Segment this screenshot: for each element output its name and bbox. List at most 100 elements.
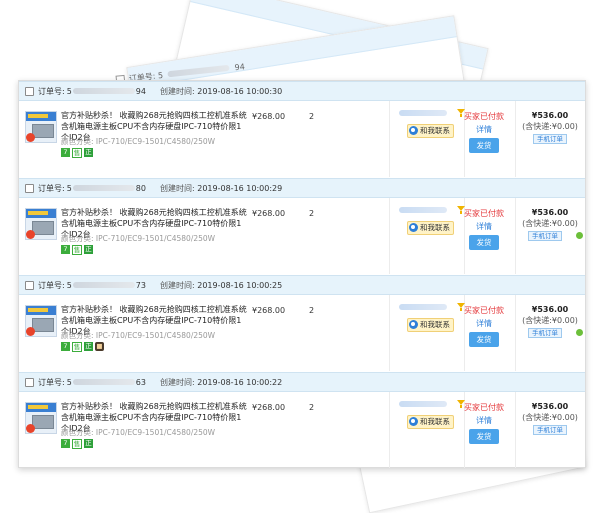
product-variant: 颜色分类: IPC-710/EC9-1501/C4580/250W (61, 136, 215, 147)
detail-link[interactable]: 详情 (459, 124, 509, 135)
order-amount: ¥536.00 (含快递:¥0.00) 手机订单 (517, 304, 583, 338)
mobile-order-button[interactable]: 手机订单 (533, 425, 567, 435)
created-value: 2019-08-16 10:00:25 (197, 280, 283, 290)
contact-label: 和我联系 (420, 126, 450, 135)
unit-price: ¥268.00 (252, 306, 286, 315)
order-no-label: 订单号: (38, 377, 65, 387)
product-thumbnail[interactable] (25, 111, 57, 143)
masked-buyer-name[interactable] (399, 304, 447, 310)
order-checkbox[interactable] (25, 183, 34, 193)
variant-value: IPC-710/EC9-1501/C4580/250W (95, 331, 216, 340)
column-divider (389, 198, 390, 274)
thumbnail-tag (28, 308, 48, 312)
order-no-suffix: 80 (135, 183, 146, 193)
column-divider (515, 198, 516, 274)
action-row: 手机订单 (517, 423, 583, 435)
contact-label: 和我联系 (420, 417, 450, 426)
order-no-suffix: 63 (135, 377, 146, 387)
product-thumbnail[interactable] (25, 208, 57, 240)
product-variant: 颜色分类: IPC-710/EC9-1501/C4580/250W (61, 330, 215, 341)
total-amount: ¥536.00 (531, 305, 569, 314)
action-row: 手机订单 (517, 326, 583, 338)
thumbnail-tag (28, 405, 48, 409)
status-text: 买家已付款 (464, 209, 504, 218)
masked-buyer-name[interactable] (399, 207, 447, 213)
order-row: 订单号: 5 63 创建时间: 2019-08-16 10:00:22 官方补贴… (19, 372, 585, 468)
service-badge: 7 (61, 148, 70, 157)
ship-button[interactable]: 发货 (469, 429, 499, 444)
variant-value: IPC-710/EC9-1501/C4580/250W (95, 428, 216, 437)
total-amount: ¥536.00 (531, 111, 569, 120)
service-badges: 7售正 (61, 245, 93, 255)
created-time: 创建时间: 2019-08-16 10:00:29 (160, 183, 282, 194)
service-badge: 7 (61, 245, 70, 254)
leaf-icon (576, 231, 583, 239)
order-no-prefix: 5 (66, 280, 72, 290)
column-divider (515, 392, 516, 468)
order-amount: ¥536.00 (含快递:¥0.00) 手机订单 (517, 401, 583, 435)
mobile-order-button[interactable]: 手机订单 (528, 328, 562, 338)
order-status: 买家已付款 详情 发货 (459, 208, 509, 250)
column-divider (515, 295, 516, 371)
order-checkbox[interactable] (25, 280, 34, 290)
column-divider (389, 101, 390, 177)
unit-price: ¥268.00 (252, 209, 286, 218)
service-badges: 7售正 (61, 148, 93, 158)
column-divider (389, 295, 390, 371)
chat-icon (409, 126, 418, 135)
quantity: 2 (309, 403, 315, 412)
ship-button[interactable]: 发货 (469, 235, 499, 250)
masked-order-digits (72, 282, 135, 288)
order-status: 买家已付款 详情 发货 (459, 305, 509, 347)
order-status: 买家已付款 详情 发货 (459, 402, 509, 444)
order-list-panel: 订单号: 5 94 创建时间: 2019-08-16 10:00:30 官方补贴… (18, 80, 586, 468)
masked-buyer-name[interactable] (399, 110, 447, 116)
masked-buyer-name[interactable] (399, 401, 447, 407)
ship-button[interactable]: 发货 (469, 332, 499, 347)
order-header: 订单号: 5 63 创建时间: 2019-08-16 10:00:22 (19, 372, 585, 392)
detail-link[interactable]: 详情 (459, 318, 509, 329)
contact-label: 和我联系 (420, 320, 450, 329)
product-thumbnail[interactable] (25, 402, 57, 434)
order-body: 官方补贴秒杀！ 收藏购268元抢购四核工控机准系统含机箱电源主板CPU不含内存硬… (19, 198, 585, 274)
contact-button[interactable]: 和我联系 (407, 415, 454, 429)
contact-button[interactable]: 和我联系 (407, 318, 454, 332)
order-body: 官方补贴秒杀！ 收藏购268元抢购四核工控机准系统含机箱电源主板CPU不含内存硬… (19, 101, 585, 177)
order-header: 订单号: 5 94 创建时间: 2019-08-16 10:00:30 (19, 81, 585, 101)
service-badge: 售 (72, 148, 82, 158)
mobile-order-button[interactable]: 手机订单 (533, 134, 567, 144)
order-amount: ¥536.00 (含快递:¥0.00) 手机订单 (517, 207, 583, 241)
variant-label: 颜色分类: (61, 331, 94, 340)
created-value: 2019-08-16 10:00:22 (197, 377, 283, 387)
product-variant: 颜色分类: IPC-710/EC9-1501/C4580/250W (61, 233, 215, 244)
order-checkbox[interactable] (25, 377, 34, 387)
action-row: 手机订单 (517, 229, 583, 241)
thumbnail-tag (28, 211, 48, 215)
contact-button[interactable]: 和我联系 (407, 124, 454, 138)
mobile-order-button[interactable]: 手机订单 (528, 231, 562, 241)
order-no-suffix: 73 (135, 280, 146, 290)
thumbnail-device (32, 415, 54, 429)
created-value: 2019-08-16 10:00:30 (197, 86, 283, 96)
quantity: 2 (309, 306, 315, 315)
order-checkbox[interactable] (25, 86, 34, 96)
masked-order-digits (72, 379, 135, 385)
unit-price: ¥268.00 (252, 112, 286, 121)
contact-button[interactable]: 和我联系 (407, 221, 454, 235)
quantity: 2 (309, 112, 315, 121)
product-thumbnail[interactable] (25, 305, 57, 337)
thumbnail-device (32, 221, 54, 235)
created-label: 创建时间: (160, 86, 195, 96)
detail-link[interactable]: 详情 (459, 221, 509, 232)
thumbnail-logo (26, 424, 35, 433)
order-header: 订单号: 5 80 创建时间: 2019-08-16 10:00:29 (19, 178, 585, 198)
thumbnail-device (32, 124, 54, 138)
detail-link[interactable]: 详情 (459, 415, 509, 426)
contact-label: 和我联系 (420, 223, 450, 232)
service-badge: 正 (84, 148, 93, 157)
ghost-order-suffix: 94 (234, 61, 246, 72)
variant-label: 颜色分类: (61, 234, 94, 243)
ship-button[interactable]: 发货 (469, 138, 499, 153)
service-badge: 售 (72, 245, 82, 255)
action-row: 手机订单 (517, 132, 583, 144)
